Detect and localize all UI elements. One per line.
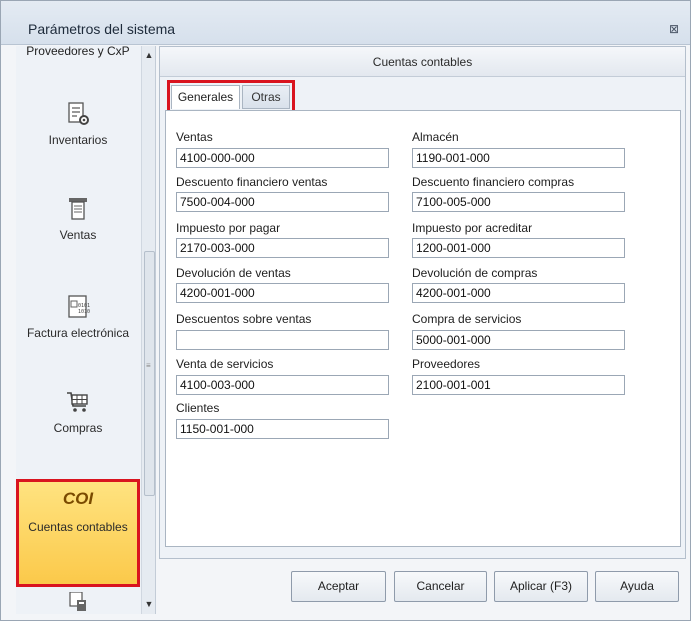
clientes-label: Clientes [176,401,220,415]
impuesto-por-acreditar-input[interactable] [412,238,625,258]
descuento-financiero-ventas-label: Descuento financiero ventas [176,175,328,189]
clientes-input[interactable] [176,419,389,439]
venta-servicios-label: Venta de servicios [176,357,274,371]
ventas-label: Ventas [176,130,213,144]
sidebar-item-label: Inventarios [48,133,108,147]
sidebar-item-compras[interactable]: Compras [16,389,140,449]
impuesto-por-pagar-label: Impuesto por pagar [176,221,281,235]
sidebar-scrollbar[interactable]: ▲ ≡ ▼ [141,46,155,614]
sidebar-item-factura-electronica[interactable]: 0101 1010 Factura electrónica [16,294,140,354]
calculator-icon [69,592,86,611]
proveedores-label: Proveedores [412,357,481,371]
devolucion-compras-label: Devolución de compras [412,266,538,280]
system-parameters-window: Parámetros del sistema ⊠ Proveedores y C… [0,0,691,621]
receipt-icon [69,198,87,220]
sidebar-item-proveedores-partial[interactable]: Proveedores y CxP [16,46,140,60]
ventas-input[interactable] [176,148,389,168]
descuento-financiero-compras-input[interactable] [412,192,625,212]
impuesto-por-acreditar-label: Impuesto por acreditar [412,221,533,235]
descuento-financiero-compras-label: Descuento financiero compras [412,175,575,189]
almacen-input[interactable] [412,148,625,168]
scroll-down-icon[interactable]: ▼ [142,597,155,611]
cart-icon [67,392,88,412]
sidebar-item-inventarios[interactable]: Inventarios [16,101,140,161]
tab-generales[interactable]: Generales [171,85,240,109]
sidebar-item-partial-bottom[interactable] [16,592,140,614]
devolucion-ventas-input[interactable] [176,283,389,303]
tab-content-generales: Ventas Descuento financiero ventas Impue… [165,110,681,547]
coi-logo: COI [62,489,94,508]
descuento-financiero-ventas-input[interactable] [176,192,389,212]
compra-servicios-input[interactable] [412,330,625,350]
sidebar-item-label: Ventas [59,228,97,242]
sidebar-item-label: Cuentas contables [28,520,128,534]
descuentos-sobre-ventas-input[interactable] [176,330,389,350]
einvoice-icon: 0101 1010 [68,295,90,318]
tab-otras[interactable]: Otras [242,85,290,109]
svg-text:1010: 1010 [78,309,90,315]
inventory-icon [68,102,89,125]
grip-icon: ≡ [146,361,151,370]
sidebar: Proveedores y CxP Inventarios Ventas 010… [16,46,156,614]
devolucion-compras-input[interactable] [412,283,625,303]
panel-title: Cuentas contables [160,47,685,77]
window-title: Parámetros del sistema [28,21,176,37]
sidebar-item-label: Compras [53,421,103,435]
cancelar-button[interactable]: Cancelar [394,571,487,602]
compra-servicios-label: Compra de servicios [412,312,522,326]
descuentos-sobre-ventas-label: Descuentos sobre ventas [176,312,312,326]
sidebar-item-label: Factura electrónica [26,326,130,340]
sidebar-item-cuentas-contables[interactable]: COI Cuentas contables [16,479,140,587]
ayuda-button[interactable]: Ayuda [595,571,679,602]
title-bar: Parámetros del sistema ⊠ [1,1,690,45]
almacen-label: Almacén [412,130,459,144]
scroll-thumb[interactable]: ≡ [144,251,155,496]
scroll-up-icon[interactable]: ▲ [142,48,155,62]
aceptar-button[interactable]: Aceptar [291,571,386,602]
sidebar-item-ventas[interactable]: Ventas [16,196,140,256]
proveedores-input[interactable] [412,375,625,395]
main-panel: Cuentas contables Generales Otras Ventas… [159,46,686,559]
aplicar-button[interactable]: Aplicar (F3) [494,571,588,602]
impuesto-por-pagar-input[interactable] [176,238,389,258]
devolucion-ventas-label: Devolución de ventas [176,266,291,280]
venta-servicios-input[interactable] [176,375,389,395]
close-icon[interactable]: ⊠ [665,21,683,37]
